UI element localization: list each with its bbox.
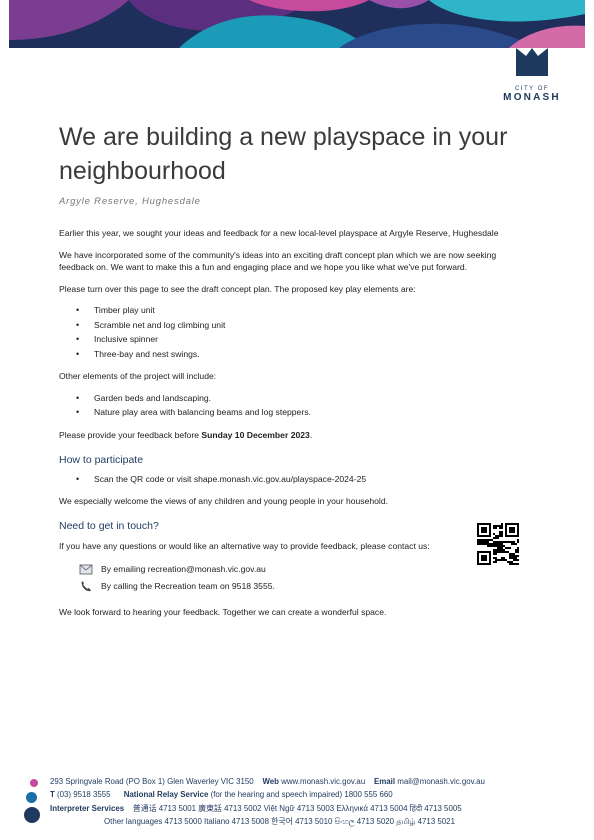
contact-methods: By emailing recreation@monash.vic.gov.au… (59, 560, 529, 594)
footer-dot-navy (24, 807, 40, 823)
phone-contact: By calling the Recreation team on 9518 3… (79, 577, 529, 594)
how-to-participate-heading: How to participate (59, 453, 144, 466)
footer-nrs-text: (for the hearing and speech impaired) 18… (210, 790, 393, 799)
footer-dot-magenta (30, 779, 38, 787)
qr-code-image (477, 523, 519, 565)
other-elements-intro: Other elements of the project will inclu… (59, 371, 217, 382)
main-content: We are building a new playspace in your … (59, 120, 529, 619)
footer-nrs-label: National Relay Service (123, 790, 209, 799)
header-banner (9, 0, 585, 48)
key-elements-list: Timber play unit Scramble net and log cl… (59, 303, 529, 361)
footer: 293 Springvale Road (PO Box 1) Glen Wave… (0, 775, 594, 840)
monash-logo-icon (516, 48, 548, 76)
email-contact: By emailing recreation@monash.vic.gov.au (79, 560, 529, 577)
list-item: Scramble net and log climbing unit (76, 318, 529, 333)
page-subtitle: Argyle Reserve, Hughesdale (59, 196, 201, 207)
logo-monash: MONASH (503, 92, 561, 103)
participate-list: Scan the QR code or visit shape.monash.v… (59, 472, 529, 487)
deadline-paragraph: Please provide your feedback before Sund… (59, 429, 529, 442)
welcome-paragraph: We especially welcome the views of any c… (59, 496, 388, 507)
footer-email-link[interactable]: mail@monash.vic.gov.au (397, 777, 485, 786)
list-item: Three-bay and nest swings. (76, 347, 529, 362)
footer-line-4: Other languages 4713 5000 Italiano 4713 … (104, 816, 455, 827)
qr-code (477, 523, 519, 565)
get-in-touch-heading: Need to get in touch? (59, 519, 159, 532)
deadline-suffix: . (309, 430, 313, 441)
footer-web-link[interactable]: www.monash.vic.gov.au (281, 777, 365, 786)
footer-line-2: T (03) 9518 3555 National Relay Service … (50, 790, 393, 799)
list-item: Nature play area with balancing beams an… (76, 405, 529, 420)
deadline-prefix: Please provide your feedback before (59, 430, 202, 441)
footer-email-label: Email (374, 777, 396, 786)
city-of-monash-logo: CITY OF MONASH (496, 46, 568, 103)
contact-intro: If you have any questions or would like … (59, 540, 430, 551)
list-item: Inclusive spinner (76, 332, 529, 347)
envelope-icon (79, 562, 93, 576)
email-line: By emailing recreation@monash.vic.gov.au (101, 563, 266, 574)
footer-line-1: 293 Springvale Road (PO Box 1) Glen Wave… (50, 777, 485, 786)
banner-graphic (9, 0, 585, 48)
phone-line: By calling the Recreation team on 9518 3… (101, 580, 275, 591)
footer-languages-row1: 普通话 4713 5001 廣東話 4713 5002 Việt Ngữ 471… (132, 804, 462, 813)
footer-interpreter-label: Interpreter Services (50, 804, 125, 813)
intro-paragraph-2: We have incorporated some of the communi… (59, 249, 497, 273)
deadline-date: Sunday 10 December 2023 (201, 430, 310, 441)
list-item: Scan the QR code or visit shape.monash.v… (76, 472, 529, 487)
footer-web-label: Web (262, 777, 279, 786)
closing-paragraph: We look forward to hearing your feedback… (59, 607, 387, 618)
list-item: Garden beds and landscaping. (76, 391, 529, 406)
footer-line-3: Interpreter Services 普通话 4713 5001 廣東話 4… (50, 803, 462, 814)
intro-paragraph-3: Please turn over this page to see the dr… (59, 283, 416, 294)
other-elements-list: Garden beds and landscaping. Nature play… (59, 391, 529, 420)
footer-languages-row2: Other languages 4713 5000 Italiano 4713 … (104, 817, 455, 826)
footer-address: 293 Springvale Road (PO Box 1) Glen Wave… (50, 777, 254, 786)
footer-phone-label: T (50, 790, 55, 799)
list-item: Timber play unit (76, 303, 529, 318)
intro-paragraph-1: Earlier this year, we sought your ideas … (59, 228, 499, 238)
footer-phone: (03) 9518 3555 (57, 790, 111, 799)
footer-dot-blue (26, 792, 37, 803)
phone-icon (79, 579, 93, 593)
page-title: We are building a new playspace in your … (59, 123, 508, 185)
